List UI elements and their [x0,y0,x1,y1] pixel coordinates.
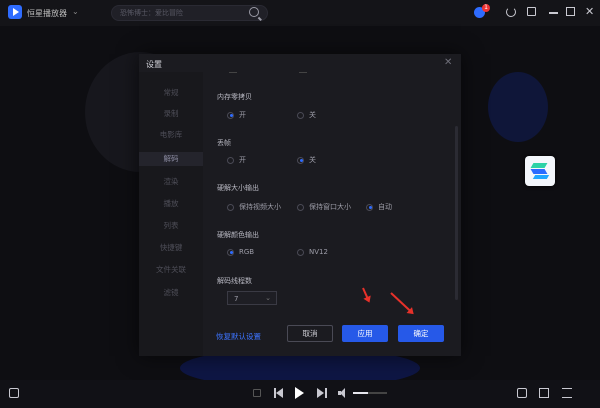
decode-threads-select[interactable]: 7 ⌄ [227,291,277,305]
refresh-icon[interactable] [506,7,516,17]
stop-icon[interactable] [253,389,261,397]
title-bar: 恒星播放器 ⌄ 1 ✕ [0,0,600,26]
section-decode-threads: 解码线程数 [217,277,252,285]
nav-item-file-assoc[interactable]: 文件关联 [139,263,203,277]
nav-item-list[interactable]: 列表 [139,219,203,233]
search-box[interactable] [111,5,268,21]
minimize-icon[interactable] [549,12,558,14]
radio-keep-video-size[interactable]: 保持视频大小 [227,202,281,212]
apply-button[interactable]: 应用 [342,325,388,342]
radio-icon [297,203,304,211]
radio-drop-off[interactable]: 关 [297,155,316,165]
nav-item-render[interactable]: 渲染 [139,175,203,189]
radio-icon [227,203,234,211]
dialog-header: 设置 ✕ [139,54,461,72]
nav-item-playback[interactable]: 播放 [139,197,203,211]
close-icon[interactable]: ✕ [585,5,594,18]
section-hw-size: 硬解大小输出 [217,184,259,192]
clipped-row [203,72,461,76]
settings-scrollbar[interactable] [455,126,458,300]
nav-item-general[interactable]: 常规 [139,86,203,100]
next-icon[interactable] [317,388,327,398]
radio-icon [366,203,373,211]
cancel-button[interactable]: 取消 [287,325,333,342]
nav-item-shortcuts[interactable]: 快捷键 [139,241,203,255]
chevron-down-icon[interactable]: ⌄ [72,7,79,16]
nav-item-filters[interactable]: 滤镜 [139,286,203,300]
pin-icon[interactable] [527,7,536,16]
add-file-icon[interactable] [9,388,19,398]
radio-keep-window-size[interactable]: 保持窗口大小 [297,202,351,212]
notification-badge: 1 [482,4,490,12]
play-icon[interactable] [295,387,304,399]
select-value: 7 [234,295,239,303]
ok-button[interactable]: 确定 [398,325,444,342]
radio-memory-off[interactable]: 关 [297,110,316,120]
radio-auto-size[interactable]: 自动 [366,202,392,212]
background-decoration [488,72,548,142]
nav-item-library[interactable]: 电影库 [139,128,203,142]
nav-item-decode[interactable]: 解码 [139,152,203,166]
app-name[interactable]: 恒星播放器 [27,8,67,19]
dialog-title: 设置 [146,60,162,69]
volume-level [353,392,369,394]
app-logo-icon[interactable] [8,5,22,19]
volume-icon[interactable] [338,388,348,398]
radio-icon [227,111,234,119]
radio-icon [297,156,304,164]
reset-defaults-link[interactable]: 恢复默认设置 [216,331,261,342]
settings-nav: 常规 录制 电影库 解码 渲染 播放 列表 快捷键 文件关联 滤镜 [139,72,203,356]
section-drop-frames: 丢帧 [217,139,231,147]
prev-icon[interactable] [274,388,284,398]
radio-drop-on[interactable]: 开 [227,155,246,165]
radio-nv12[interactable]: NV12 [297,248,328,256]
radio-memory-on[interactable]: 开 [227,110,246,120]
radio-icon [297,248,304,256]
screen-icon[interactable] [517,388,527,398]
floating-widget-icon[interactable] [525,156,555,186]
section-hw-color: 硬解颜色输出 [217,231,259,239]
nav-item-record[interactable]: 录制 [139,107,203,121]
radio-rgb[interactable]: RGB [227,248,254,256]
radio-icon [227,156,234,164]
radio-icon [227,248,234,256]
chevron-down-icon: ⌄ [265,294,271,302]
playlist-icon[interactable] [539,388,549,398]
menu-icon[interactable] [562,388,572,398]
maximize-icon[interactable] [566,7,575,16]
dialog-close-icon[interactable]: ✕ [444,57,452,68]
settings-content: 内存零拷贝 开 关 丢帧 开 关 硬解大小输出 保持视频大小 保持窗口大小 自动… [203,72,461,356]
search-input[interactable] [120,8,240,18]
search-icon[interactable] [249,7,259,17]
section-memory-zero-copy: 内存零拷贝 [217,93,252,101]
radio-icon [297,111,304,119]
